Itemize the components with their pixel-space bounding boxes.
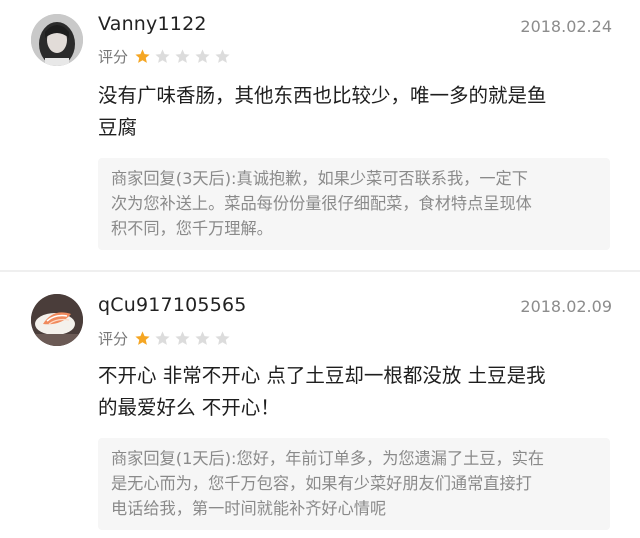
star-icon bbox=[135, 48, 150, 63]
star-icon bbox=[175, 48, 190, 63]
rating-label: 评分 bbox=[98, 329, 129, 348]
star-icon bbox=[135, 330, 150, 345]
merchant-reply: 商家回复(3天后):真诚抱歉，如果少菜可否联系我，一定下 次为您补送上。菜品每份… bbox=[98, 158, 610, 250]
review-date: 2018.02.09 bbox=[520, 297, 612, 316]
star-icon bbox=[215, 330, 230, 345]
review-list: Vanny1122 2018.02.24 评分 没有广味香肠，其他东西也比较少，… bbox=[0, 0, 640, 538]
review-item: qCu917105565 2018.02.09 评分 不开心 非常不开心 点了土… bbox=[0, 272, 640, 538]
merchant-reply: 商家回复(1天后):您好，年前订单多，为您遗漏了土豆，实在 是无心而为，您千万包… bbox=[98, 438, 610, 530]
rating-row: 评分 bbox=[98, 45, 234, 67]
review-item: Vanny1122 2018.02.24 评分 没有广味香肠，其他东西也比较少，… bbox=[0, 0, 640, 270]
star-icon bbox=[195, 330, 210, 345]
merchant-reply-text: 商家回复(3天后):真诚抱歉，如果少菜可否联系我，一定下 次为您补送上。菜品每份… bbox=[111, 169, 532, 238]
star-rating bbox=[134, 48, 234, 65]
avatar[interactable] bbox=[31, 294, 83, 346]
rating-label: 评分 bbox=[98, 47, 129, 66]
avatar[interactable] bbox=[31, 14, 83, 66]
star-icon bbox=[195, 48, 210, 63]
review-comment: 不开心 非常不开心 点了土豆却一根都没放 土豆是我 的最爱好么 不开心！ bbox=[98, 364, 546, 419]
username[interactable]: Vanny1122 bbox=[98, 13, 207, 35]
star-icon bbox=[155, 48, 170, 63]
review-date: 2018.02.24 bbox=[520, 17, 612, 36]
star-icon bbox=[155, 330, 170, 345]
merchant-reply-text: 商家回复(1天后):您好，年前订单多，为您遗漏了土豆，实在 是无心而为，您千万包… bbox=[111, 449, 545, 518]
star-icon bbox=[215, 48, 230, 63]
star-rating bbox=[134, 330, 234, 347]
rating-row: 评分 bbox=[98, 327, 234, 349]
star-icon bbox=[175, 330, 190, 345]
review-comment: 没有广味香肠，其他东西也比较少，唯一多的就是鱼 豆腐 bbox=[98, 84, 547, 139]
username[interactable]: qCu917105565 bbox=[98, 294, 247, 316]
